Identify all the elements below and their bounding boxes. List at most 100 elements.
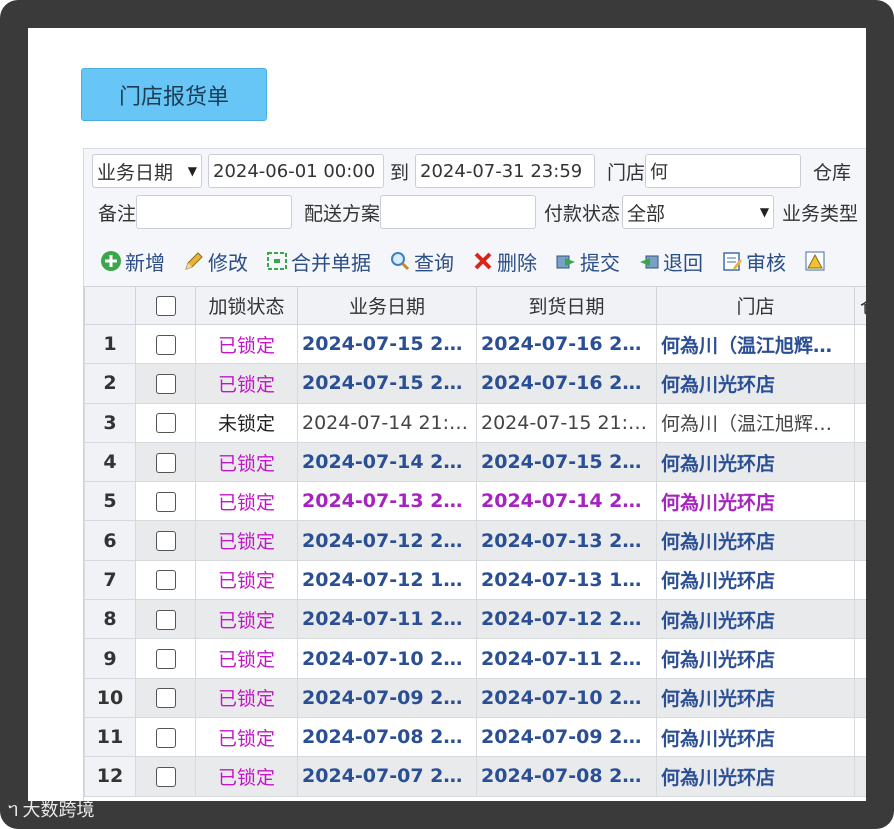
table-row[interactable]: 6 已锁定 2024-07-12 21:03 2024-07-13 21:03 何為川光…: [84, 520, 866, 561]
submit-label: 提交: [580, 250, 620, 275]
filter-row-2: 备注 配送方案 付款状态 全部 ▼ 业务类型: [84, 193, 858, 231]
lock-status: 已锁定: [195, 323, 298, 365]
table-row[interactable]: 7 已锁定 2024-07-12 13:40 2024-07-13 13:40 何為川光…: [84, 559, 866, 601]
table-row[interactable]: 8 已锁定 2024-07-11 21:00 2024-07-12 21:00 何為川光…: [84, 599, 866, 640]
col-header-warehouse[interactable]: 仓: [854, 286, 866, 325]
delete-button[interactable]: 删除: [472, 247, 537, 276]
search-icon: [389, 250, 411, 272]
row-number: 2: [84, 363, 136, 404]
col-header-biz-date[interactable]: 业务日期: [297, 286, 477, 325]
row-select-cell[interactable]: [135, 520, 196, 561]
row-checkbox[interactable]: [155, 413, 176, 434]
order-table: 加锁状态 业务日期 到货日期 门店 仓 1已锁定2024-07-15 20:59…: [83, 286, 866, 801]
select-all-checkbox[interactable]: [155, 296, 176, 316]
audit-button[interactable]: 审核: [721, 247, 786, 276]
row-select-cell[interactable]: [135, 441, 196, 483]
store-name: 何為川（温江旭辉…: [656, 323, 855, 365]
warehouse-cell: [854, 441, 866, 483]
row-select-cell[interactable]: [135, 363, 196, 404]
table-row[interactable]: 5 已锁定 2024-07-13 21:00 2024-07-14 21:00 何為川光…: [84, 481, 866, 522]
row-checkbox[interactable]: [155, 491, 176, 512]
col-header-store[interactable]: 门店: [656, 286, 855, 325]
row-select-cell[interactable]: [135, 756, 196, 797]
table-row[interactable]: 11 已锁定 2024-07-08 21:03 2024-07-09 21:03 何為川…: [84, 716, 866, 758]
col-header-lock-status[interactable]: 加锁状态: [195, 286, 298, 325]
row-select-cell[interactable]: [135, 677, 196, 718]
date-type-select[interactable]: 业务日期 ▼: [92, 154, 202, 188]
date-from-input[interactable]: 2024-06-01 00:00: [208, 154, 384, 188]
warehouse-cell: [854, 363, 866, 404]
arrival-date: 2024-07-09 21:03: [476, 716, 657, 758]
table-row[interactable]: 1 已锁定 2024-07-15 20:59 2024-07-16 20:59 何為川（…: [84, 323, 866, 365]
row-checkbox[interactable]: [155, 688, 176, 709]
row-checkbox[interactable]: [155, 649, 176, 670]
warehouse-cell: [854, 323, 866, 365]
row-number: 3: [84, 402, 136, 443]
row-checkbox[interactable]: [155, 334, 176, 355]
row-checkbox[interactable]: [155, 609, 176, 630]
table-row[interactable]: 12 已锁定 2024-07-07 20:59 2024-07-08 20:59 何為川…: [84, 756, 866, 797]
row-checkbox[interactable]: [155, 570, 176, 591]
row-select-cell[interactable]: [135, 599, 196, 640]
submit-button[interactable]: 提交: [555, 247, 620, 276]
table-row[interactable]: 10 已锁定 2024-07-09 21:04 2024-07-10 21:04 何為川…: [84, 677, 866, 718]
warning-button[interactable]: [804, 250, 829, 272]
row-checkbox[interactable]: [155, 766, 176, 787]
biz-date: 2024-07-11 21:00: [297, 599, 477, 640]
lock-status: 已锁定: [195, 363, 298, 404]
biz-date: 2024-07-09 21:04: [297, 677, 477, 718]
row-select-cell[interactable]: [135, 716, 196, 758]
row-select-cell[interactable]: [135, 481, 196, 522]
row-number: 4: [84, 441, 136, 483]
lock-status: 已锁定: [195, 716, 298, 758]
add-label: 新增: [125, 250, 165, 275]
return-icon: [638, 250, 660, 272]
store-input[interactable]: 何: [645, 154, 802, 188]
merge-label: 合并单据: [291, 250, 371, 275]
add-button[interactable]: 新增: [100, 247, 165, 276]
merge-button[interactable]: 合并单据: [266, 247, 371, 276]
row-select-cell[interactable]: [135, 638, 196, 679]
business-type-label: 业务类型: [782, 202, 859, 225]
table-header-row: 加锁状态 业务日期 到货日期 门店 仓: [84, 286, 866, 325]
lock-status: 已锁定: [195, 559, 298, 601]
row-number: 11: [84, 716, 136, 758]
row-select-cell[interactable]: [135, 402, 196, 443]
search-button[interactable]: 查询: [389, 247, 454, 276]
store-name: 何為川光环店: [656, 441, 855, 483]
delivery-label: 配送方案: [304, 202, 381, 225]
col-header-select[interactable]: [135, 286, 196, 325]
date-from-value: 2024-06-01 00:00: [213, 160, 376, 182]
table-row[interactable]: 2 已锁定 2024-07-15 20:58 2024-07-16 20:58 何為川光…: [84, 363, 866, 404]
lock-status: 未锁定: [195, 402, 298, 443]
col-header-arrival-date[interactable]: 到货日期: [476, 286, 657, 325]
watermark-text: 大数跨境: [22, 800, 95, 821]
edit-button[interactable]: 修改: [183, 247, 248, 276]
payment-select[interactable]: 全部 ▼: [622, 195, 775, 229]
date-to-input[interactable]: 2024-07-31 23:59: [415, 154, 596, 188]
return-button[interactable]: 退回: [638, 247, 703, 276]
audit-icon: [721, 250, 743, 272]
merge-icon: [266, 250, 288, 272]
store-name: 何為川（温江旭辉…: [656, 402, 855, 443]
table-row[interactable]: 4 已锁定 2024-07-14 21:02 2024-07-15 21:02 何為川光…: [84, 441, 866, 483]
row-checkbox[interactable]: [155, 531, 176, 552]
tab-store-order[interactable]: 门店报货单: [81, 68, 267, 121]
row-checkbox[interactable]: [155, 727, 176, 748]
remark-input[interactable]: [136, 195, 293, 229]
add-icon: [100, 250, 122, 272]
arrival-date: 2024-07-13 21:03: [476, 520, 657, 561]
arrival-date: 2024-07-14 21:00: [476, 481, 657, 522]
row-number: 9: [84, 638, 136, 679]
table-row[interactable]: 3 未锁定 2024-07-14 21:07 2024-07-15 21:07 何為川（…: [84, 402, 866, 443]
delivery-input[interactable]: [380, 195, 537, 229]
store-name: 何為川光环店: [656, 559, 855, 601]
row-select-cell[interactable]: [135, 559, 196, 601]
warehouse-cell: [854, 402, 866, 443]
row-select-cell[interactable]: [135, 323, 196, 365]
remark-label: 备注: [98, 202, 137, 225]
row-checkbox[interactable]: [155, 373, 176, 394]
row-checkbox[interactable]: [155, 452, 176, 473]
lock-status: 已锁定: [195, 677, 298, 718]
table-row[interactable]: 9 已锁定 2024-07-10 21:08 2024-07-11 21:08 何為川光…: [84, 638, 866, 679]
